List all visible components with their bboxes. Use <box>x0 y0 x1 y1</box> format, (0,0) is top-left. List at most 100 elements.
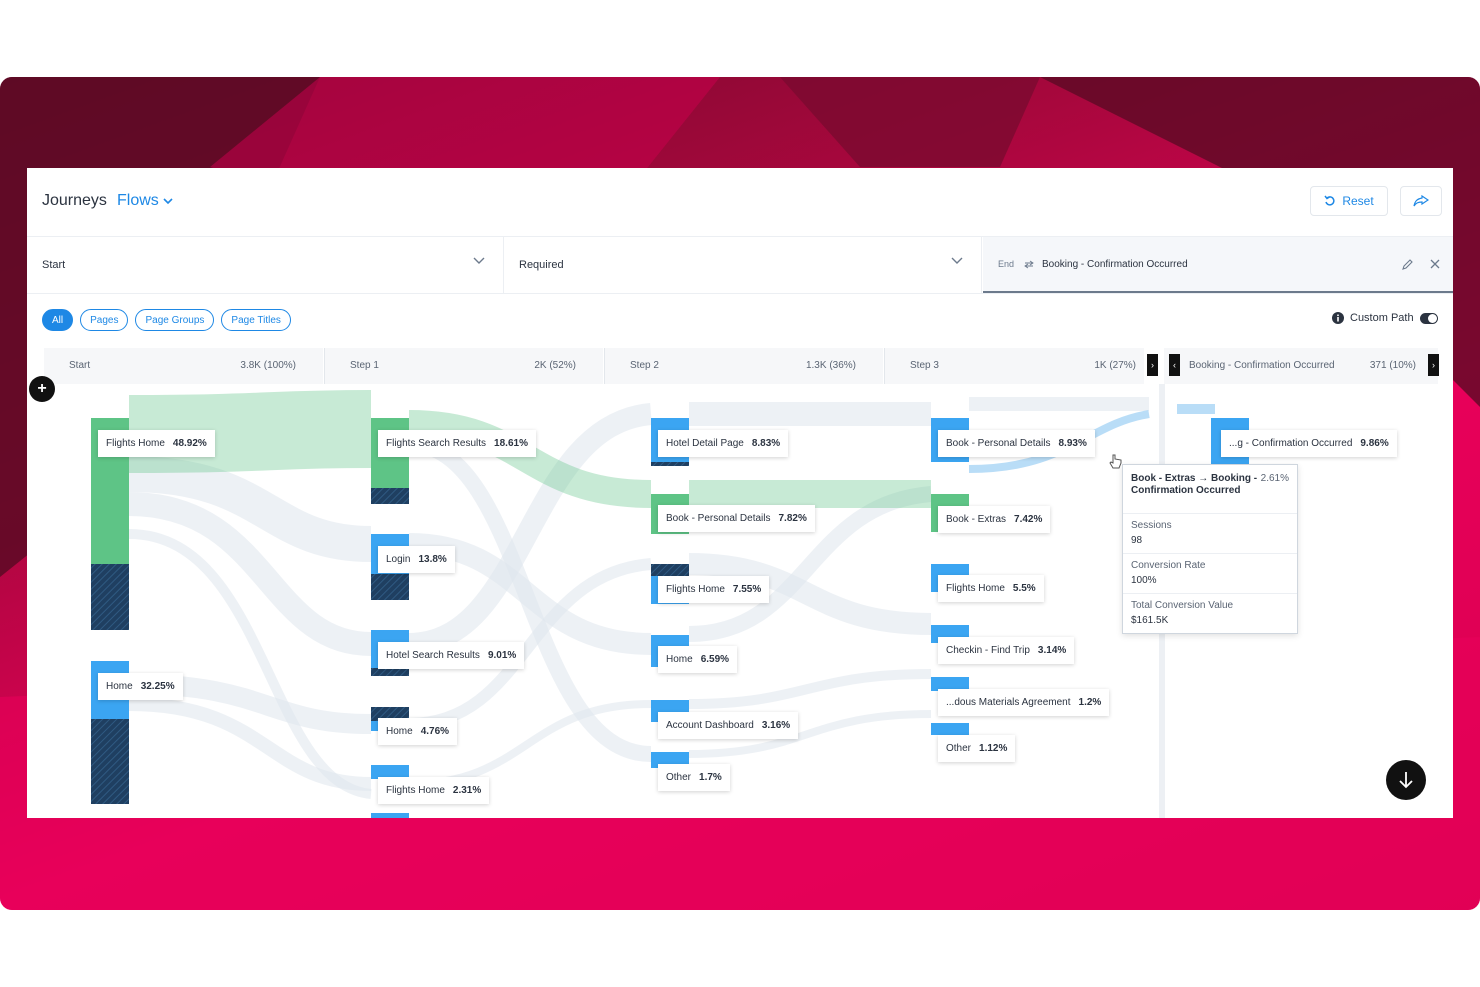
node-start-flights-home[interactable]: Flights Home 48.92% <box>98 430 215 457</box>
chevron-down-icon <box>951 257 963 264</box>
node-pct: 8.83% <box>751 438 781 449</box>
node-label: Book - Personal Details <box>666 513 771 524</box>
step-header-start: Start 3.8K (100%) <box>44 348 323 384</box>
node-pct: 2.31% <box>452 785 482 796</box>
custom-path-toggle[interactable]: Custom Path <box>1332 312 1438 324</box>
info-icon <box>1332 312 1344 324</box>
tooltip-conversion-value: Total Conversion Value $161.5K <box>1123 594 1297 634</box>
node-label: ...g - Confirmation Occurred <box>1229 438 1353 449</box>
node-step1-home[interactable]: Home 4.76% <box>378 718 458 745</box>
required-filter[interactable]: Required <box>504 237 982 293</box>
node-label: Login <box>386 554 411 565</box>
tooltip-key: Sessions <box>1131 520 1172 531</box>
node-step2-hotel-detail-page[interactable]: Hotel Detail Page 8.83% <box>658 430 789 457</box>
node-step3-book-personal-details[interactable]: Book - Personal Details 8.93% <box>938 430 1095 457</box>
node-pct: 7.55% <box>732 584 762 595</box>
type-pills: All Pages Page Groups Page Titles <box>42 309 291 331</box>
end-tag: End <box>998 259 1015 269</box>
journeys-panel: Journeys Flows Reset Start Required End … <box>27 168 1453 818</box>
node-step3-hazardous-materials[interactable]: ...dous Materials Agreement 1.2% <box>938 689 1110 716</box>
step-name: Step 3 <box>910 360 939 371</box>
tooltip-sessions: Sessions 98 <box>1123 514 1297 554</box>
tooltip-value: 98 <box>1131 535 1143 546</box>
step-count: 1K (27%) <box>1094 360 1136 371</box>
next-end-button[interactable]: › <box>1428 354 1439 376</box>
share-icon <box>1413 195 1429 207</box>
pill-pages[interactable]: Pages <box>80 309 129 331</box>
close-icon[interactable] <box>1430 259 1440 269</box>
node-end-confirmation[interactable]: ...g - Confirmation Occurred 9.86% <box>1221 430 1397 457</box>
reset-button[interactable]: Reset <box>1310 186 1388 216</box>
pill-page-titles[interactable]: Page Titles <box>221 309 291 331</box>
swap-icon <box>1024 260 1034 268</box>
node-step3-checkin-find-trip[interactable]: Checkin - Find Trip 3.14% <box>938 637 1075 664</box>
node-pct: 6.59% <box>700 654 730 665</box>
node-label: Flights Home <box>106 438 165 449</box>
chevron-down-icon <box>473 257 485 264</box>
next-step-button[interactable]: › <box>1147 354 1158 376</box>
node-label: ...dous Materials Agreement <box>946 697 1071 708</box>
step-count: 371 (10%) <box>1369 360 1416 371</box>
page-title: Journeys <box>42 192 107 209</box>
custom-path-switch[interactable] <box>1419 312 1438 324</box>
tooltip-value: 100% <box>1131 575 1157 586</box>
share-button[interactable] <box>1400 186 1442 216</box>
node-label: Flights Home <box>386 785 445 796</box>
node-step2-home[interactable]: Home 6.59% <box>658 646 738 673</box>
start-filter[interactable]: Start <box>27 237 504 293</box>
node-pct: 1.7% <box>699 772 722 783</box>
step-count: 1.3K (36%) <box>805 360 856 371</box>
view-selector[interactable]: Flows <box>117 192 173 210</box>
node-label: Hotel Detail Page <box>666 438 744 449</box>
step-header-step2: Step 2 1.3K (36%) <box>604 348 883 384</box>
pointer-cursor-icon <box>1109 454 1122 469</box>
node-label: Flights Home <box>946 583 1005 594</box>
tooltip-pct: 2.61% <box>1260 473 1289 484</box>
step-header-step3: Step 3 1K (27%) <box>884 348 1144 384</box>
node-step1-login[interactable]: Login 13.8% <box>378 546 455 573</box>
start-filter-label: Start <box>42 259 66 271</box>
end-filter[interactable]: End Booking - Confirmation Occurred <box>983 237 1453 293</box>
node-step2-other[interactable]: Other 1.7% <box>658 764 730 791</box>
view-selector-label: Flows <box>117 192 159 209</box>
step-name: Step 2 <box>630 360 659 371</box>
node-step2-book-personal-details[interactable]: Book - Personal Details 7.82% <box>658 505 815 532</box>
tooltip-key: Total Conversion Value <box>1131 600 1234 611</box>
node-label: Other <box>946 743 972 754</box>
node-step3-flights-home[interactable]: Flights Home 5.5% <box>938 575 1044 602</box>
node-pct: 7.42% <box>1014 514 1043 525</box>
node-step1-flights-home[interactable]: Flights Home 2.31% <box>378 777 490 804</box>
step-name: Booking - Confirmation Occurred <box>1189 360 1335 371</box>
node-step1-hotel-search-results[interactable]: Hotel Search Results 9.01% <box>378 642 525 669</box>
node-step3-book-extras[interactable]: Book - Extras 7.42% <box>938 506 1051 533</box>
node-step1-flights-search-results[interactable]: Flights Search Results 18.61% <box>378 430 536 457</box>
custom-path-label: Custom Path <box>1350 312 1414 324</box>
node-pct: 1.12% <box>979 743 1008 754</box>
tooltip-conversion-rate: Conversion Rate 100% <box>1123 554 1297 594</box>
node-pct: 7.82% <box>778 513 807 524</box>
node-label: Hotel Search Results <box>386 650 480 661</box>
node-start-home[interactable]: Home 32.25% <box>98 673 183 700</box>
node-label: Flights Home <box>666 584 725 595</box>
node-label: Home <box>106 681 133 692</box>
node-step2-account-dashboard[interactable]: Account Dashboard 3.16% <box>658 712 799 739</box>
node-step2-flights-home[interactable]: Flights Home 7.55% <box>658 576 770 603</box>
step-name: Step 1 <box>350 360 379 371</box>
scroll-down-button[interactable] <box>1386 760 1426 800</box>
pill-all[interactable]: All <box>42 309 74 331</box>
node-pct: 3.14% <box>1037 645 1067 656</box>
node-pct: 8.93% <box>1058 438 1087 449</box>
prev-step-button[interactable]: ‹ <box>1169 354 1180 376</box>
arrow-down-icon <box>1399 772 1413 789</box>
required-filter-label: Required <box>519 259 564 271</box>
node-label: Book - Extras <box>946 514 1007 525</box>
tooltip-title: Book - Extras → Booking - Confirmation O… <box>1131 473 1258 496</box>
node-pct: 48.92% <box>172 438 207 449</box>
node-step3-other[interactable]: Other 1.12% <box>938 735 1016 762</box>
node-pct: 1.2% <box>1078 697 1102 708</box>
pill-page-groups[interactable]: Page Groups <box>135 309 215 331</box>
edit-icon[interactable] <box>1401 258 1414 271</box>
node-label: Account Dashboard <box>666 720 754 731</box>
tooltip-header: Book - Extras → Booking - Confirmation O… <box>1123 465 1297 514</box>
tooltip-value: $161.5K <box>1131 615 1169 626</box>
